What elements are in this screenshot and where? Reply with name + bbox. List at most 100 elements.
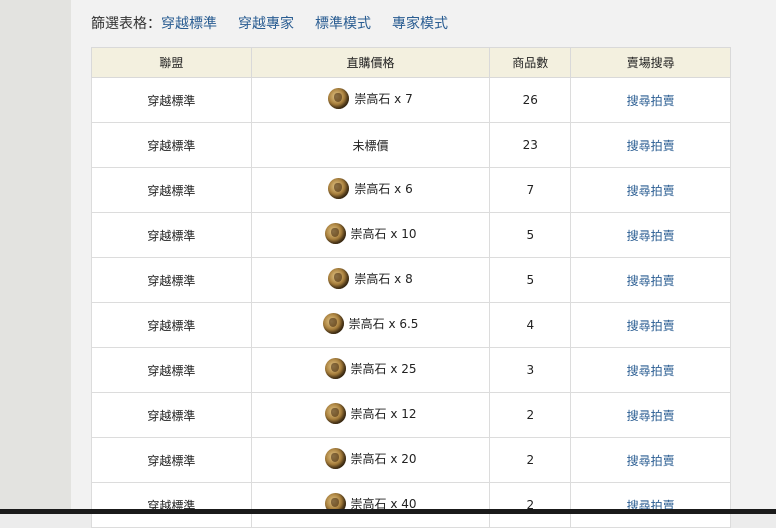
table-body: 穿越標準崇高石 x 726搜尋拍賣穿越標準未標價23搜尋拍賣穿越標準崇高石 x … xyxy=(92,78,731,528)
cell-league: 穿越標準 xyxy=(92,483,252,528)
table-row: 穿越標準 崇高石 x 7 26 搜尋拍賣 xyxy=(92,78,731,123)
price-text: 崇高石 x 20 xyxy=(351,450,417,467)
search-auction-link[interactable]: 搜尋拍賣 xyxy=(627,274,675,288)
price-value: 崇高石 x 10 xyxy=(325,223,417,244)
search-auction-link[interactable]: 搜尋拍賣 xyxy=(627,139,675,153)
exalted-orb-icon xyxy=(323,313,344,334)
table-row: 穿越標準 崇高石 x 10 5 搜尋拍賣 xyxy=(92,213,731,258)
price-value: 崇高石 x 20 xyxy=(325,448,417,469)
table-row: 穿越標準 崇高石 x 12 2 搜尋拍賣 xyxy=(92,393,731,438)
price-text: 未標價 xyxy=(353,137,389,154)
cell-price: 崇高石 x 8 xyxy=(251,258,490,303)
listing-table: 聯盟 直購價格 商品數 賣場搜尋 穿越標準崇高石 x 726搜尋拍賣穿越標準未標… xyxy=(91,47,731,528)
filter-link-crossing-standard[interactable]: 穿越標準 xyxy=(161,13,217,33)
cell-league: 穿越標準 xyxy=(92,438,252,483)
left-gutter xyxy=(0,0,71,514)
cell-count: 7 xyxy=(490,168,571,213)
cell-price: 崇高石 x 7 xyxy=(251,78,490,123)
table-row: 穿越標準崇高石 x 402搜尋拍賣 xyxy=(92,483,731,528)
exalted-orb-icon xyxy=(325,223,346,244)
exalted-orb-icon xyxy=(328,178,349,199)
cell-search: 搜尋拍賣 xyxy=(571,123,731,168)
exalted-orb-icon xyxy=(328,88,349,109)
price-text: 崇高石 x 8 xyxy=(354,270,412,287)
price-text: 崇高石 x 6 xyxy=(354,180,412,197)
exalted-orb-icon xyxy=(325,358,346,379)
price-text: 崇高石 x 10 xyxy=(351,225,417,242)
filter-bar: 篩選表格： 穿越標準 穿越專家 標準模式 專家模式 xyxy=(91,12,469,34)
search-auction-link[interactable]: 搜尋拍賣 xyxy=(627,454,675,468)
cell-search: 搜尋拍賣 xyxy=(571,303,731,348)
cell-league: 穿越標準 xyxy=(92,168,252,213)
cell-count: 2 xyxy=(490,393,571,438)
cell-league: 穿越標準 xyxy=(92,78,252,123)
price-text: 崇高石 x 6.5 xyxy=(349,315,419,332)
cell-league: 穿越標準 xyxy=(92,303,252,348)
cell-price: 崇高石 x 12 xyxy=(251,393,490,438)
exalted-orb-icon xyxy=(328,268,349,289)
cell-league: 穿越標準 xyxy=(92,213,252,258)
cell-count: 2 xyxy=(490,438,571,483)
exalted-orb-icon xyxy=(325,403,346,424)
price-value: 未標價 xyxy=(353,137,389,154)
bottom-bar xyxy=(0,509,776,514)
cell-search: 搜尋拍賣 xyxy=(571,213,731,258)
cell-price: 崇高石 x 6.5 xyxy=(251,303,490,348)
search-auction-link[interactable]: 搜尋拍賣 xyxy=(627,229,675,243)
cell-search: 搜尋拍賣 xyxy=(571,348,731,393)
cell-league: 穿越標準 xyxy=(92,123,252,168)
cell-price: 崇高石 x 40 xyxy=(251,483,490,528)
search-auction-link[interactable]: 搜尋拍賣 xyxy=(627,184,675,198)
filter-link-standard-mode[interactable]: 標準模式 xyxy=(315,13,371,33)
cell-search: 搜尋拍賣 xyxy=(571,438,731,483)
table-header-row: 聯盟 直購價格 商品數 賣場搜尋 xyxy=(92,48,731,78)
table-row: 穿越標準 崇高石 x 8 5 搜尋拍賣 xyxy=(92,258,731,303)
price-value: 崇高石 x 7 xyxy=(328,88,412,109)
table-row: 穿越標準崇高石 x 6.54搜尋拍賣 xyxy=(92,303,731,348)
price-value: 崇高石 x 12 xyxy=(325,403,417,424)
cell-count: 26 xyxy=(490,78,571,123)
table-row: 穿越標準 崇高石 x 25 3 搜尋拍賣 xyxy=(92,348,731,393)
price-text: 崇高石 x 7 xyxy=(354,90,412,107)
filter-label: 篩選表格： xyxy=(91,13,161,33)
cell-count: 3 xyxy=(490,348,571,393)
cell-price: 崇高石 x 10 xyxy=(251,213,490,258)
price-text: 崇高石 x 25 xyxy=(351,360,417,377)
cell-search: 搜尋拍賣 xyxy=(571,483,731,528)
price-value: 崇高石 x 25 xyxy=(325,358,417,379)
exalted-orb-icon xyxy=(325,448,346,469)
price-value: 崇高石 x 6.5 xyxy=(323,313,419,334)
table-row: 穿越標準 崇高石 x 20 2 搜尋拍賣 xyxy=(92,438,731,483)
header-count: 商品數 xyxy=(490,48,571,78)
header-search: 賣場搜尋 xyxy=(571,48,731,78)
table-row: 穿越標準 崇高石 x 6 7 搜尋拍賣 xyxy=(92,168,731,213)
search-auction-link[interactable]: 搜尋拍賣 xyxy=(627,319,675,333)
page-content: 篩選表格： 穿越標準 穿越專家 標準模式 專家模式 聯盟 直購價格 商品數 賣場… xyxy=(71,0,776,514)
cell-search: 搜尋拍賣 xyxy=(571,258,731,303)
cell-count: 23 xyxy=(490,123,571,168)
search-auction-link[interactable]: 搜尋拍賣 xyxy=(627,94,675,108)
table-row: 穿越標準 未標價 23 搜尋拍賣 xyxy=(92,123,731,168)
search-auction-link[interactable]: 搜尋拍賣 xyxy=(627,364,675,378)
price-text: 崇高石 x 12 xyxy=(351,405,417,422)
cell-search: 搜尋拍賣 xyxy=(571,393,731,438)
cell-count: 2 xyxy=(490,483,571,528)
header-price: 直購價格 xyxy=(251,48,490,78)
cell-count: 5 xyxy=(490,258,571,303)
header-league: 聯盟 xyxy=(92,48,252,78)
cell-price: 崇高石 x 20 xyxy=(251,438,490,483)
cell-count: 5 xyxy=(490,213,571,258)
price-value: 崇高石 x 6 xyxy=(328,178,412,199)
cell-price: 未標價 xyxy=(251,123,490,168)
filter-link-expert-mode[interactable]: 專家模式 xyxy=(392,13,448,33)
cell-price: 崇高石 x 6 xyxy=(251,168,490,213)
search-auction-link[interactable]: 搜尋拍賣 xyxy=(627,409,675,423)
cell-search: 搜尋拍賣 xyxy=(571,168,731,213)
cell-price: 崇高石 x 25 xyxy=(251,348,490,393)
cell-search: 搜尋拍賣 xyxy=(571,78,731,123)
filter-link-crossing-expert[interactable]: 穿越專家 xyxy=(238,13,294,33)
price-value: 崇高石 x 8 xyxy=(328,268,412,289)
cell-league: 穿越標準 xyxy=(92,258,252,303)
cell-league: 穿越標準 xyxy=(92,393,252,438)
cell-league: 穿越標準 xyxy=(92,348,252,393)
